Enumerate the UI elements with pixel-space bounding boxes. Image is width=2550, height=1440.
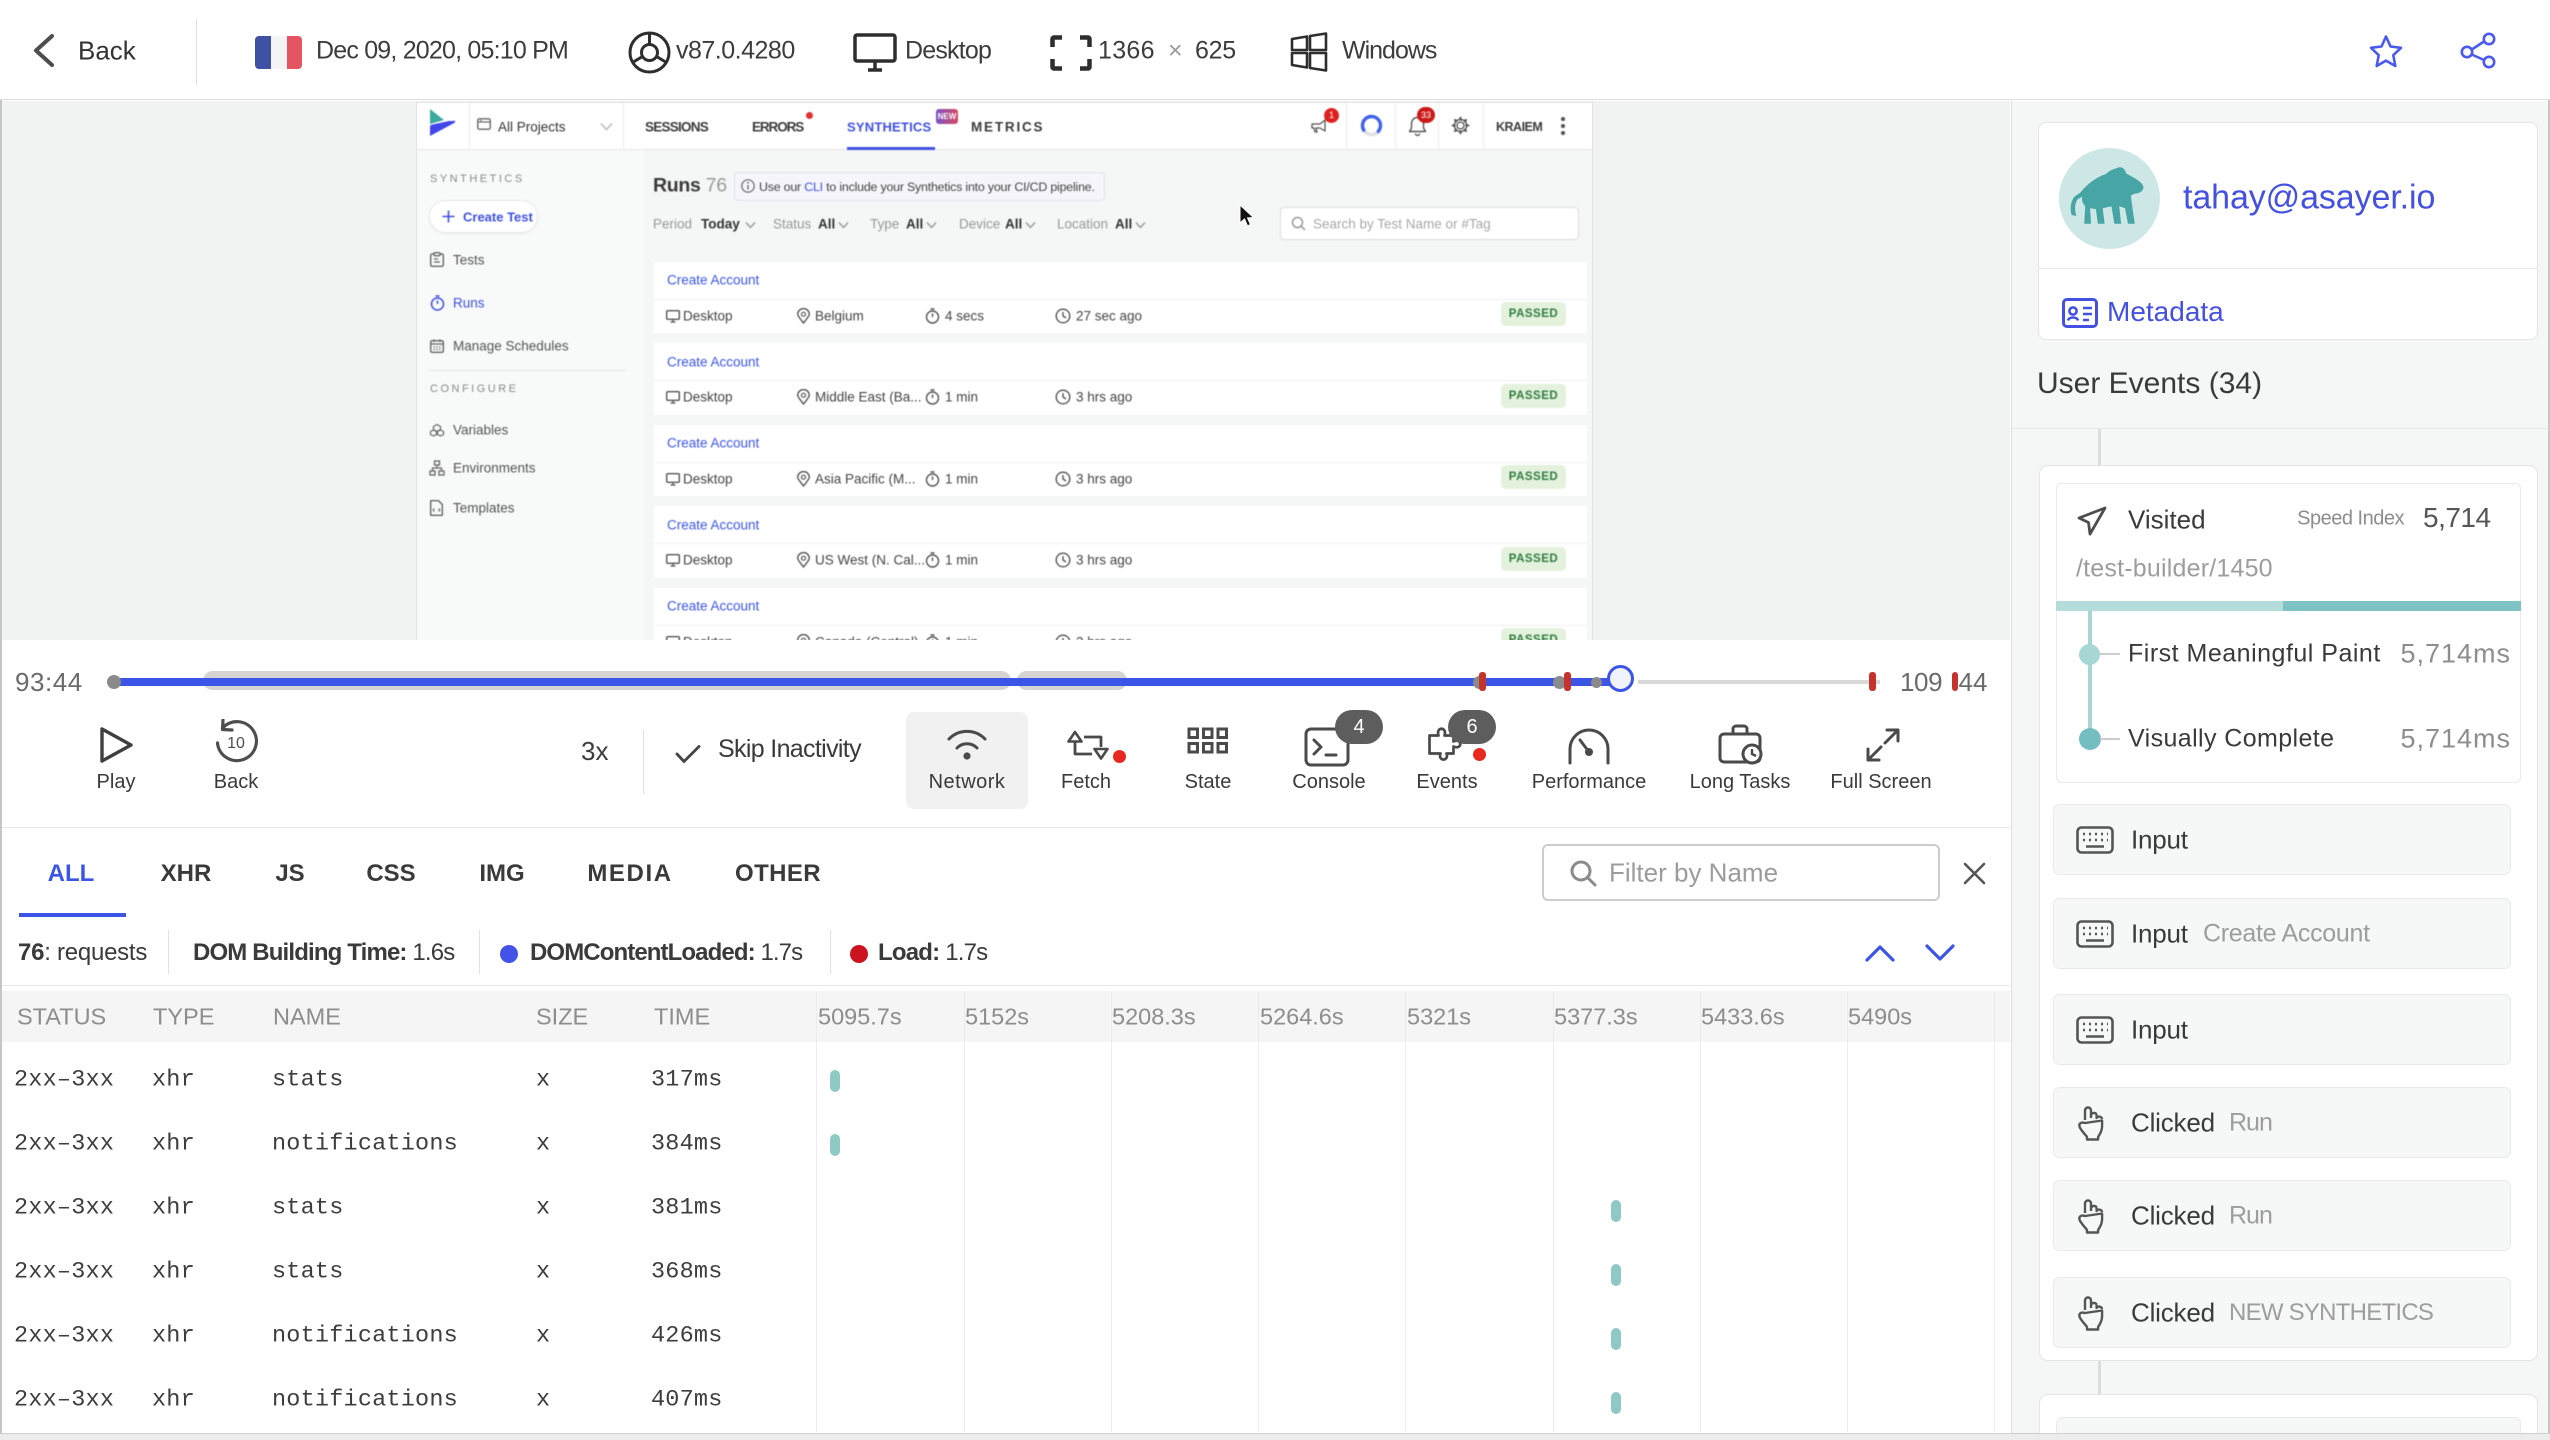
- svg-text:10: 10: [227, 735, 245, 752]
